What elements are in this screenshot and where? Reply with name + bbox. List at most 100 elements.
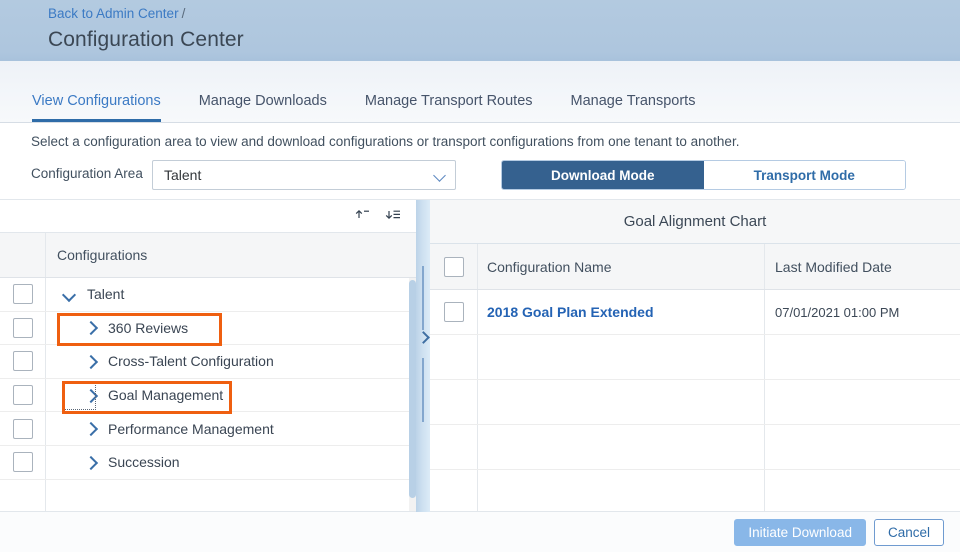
tree-row-checkbox-cell (0, 445, 46, 479)
tab-bar: View Configurations Manage Downloads Man… (0, 61, 960, 123)
breadcrumb-separator: / (181, 6, 186, 21)
tree-row-checkbox-cell (0, 345, 46, 378)
tree-row-content: Talent (46, 278, 416, 311)
tree-row-checkbox-360-reviews[interactable] (12, 317, 33, 338)
chevron-right-icon[interactable] (419, 331, 428, 344)
configuration-area-label: Configuration Area (31, 166, 143, 181)
tree-item-label-cross-talent-configuration: Cross-Talent Configuration (108, 353, 274, 370)
page-header: Back to Admin Center / Configuration Cent… (0, 0, 960, 61)
row-checkbox-cell (430, 425, 478, 469)
tree-column-header: Configurations (0, 232, 416, 278)
chevron-right-icon[interactable] (83, 354, 97, 368)
cell-last-modified-date (765, 470, 960, 512)
tree-row-empty (0, 479, 416, 512)
tree-row-checkbox-cross-talent-configuration[interactable] (12, 351, 33, 372)
last-modified-date-value: 07/01/2021 01:00 PM (775, 304, 900, 320)
tree-item-label-goal-management: Goal Management (108, 387, 224, 404)
column-header-last-modified-date[interactable]: Last Modified Date (765, 244, 960, 289)
instruction-text: Select a configuration area to view and … (31, 134, 740, 149)
row-checkbox-2018-goal-plan-extended[interactable] (443, 302, 464, 322)
chevron-right-icon[interactable] (83, 422, 97, 436)
row-checkbox-cell (430, 335, 478, 379)
tree-row-performance-management[interactable]: Performance Management (0, 412, 416, 446)
chevron-right-icon[interactable] (83, 321, 97, 335)
footer-bar: Initiate Download Cancel (0, 511, 960, 552)
tree-row-checkbox-cell (0, 311, 46, 345)
table-row-empty (430, 380, 960, 425)
tree-row-content: Performance Management (46, 412, 416, 445)
tree-row-checkbox-performance-management[interactable] (12, 418, 33, 439)
panel-splitter[interactable] (416, 200, 430, 512)
select-all-checkbox-cell (430, 244, 478, 289)
right-panel-title: Goal Alignment Chart (430, 200, 960, 244)
initiate-download-button[interactable]: Initiate Download (734, 519, 866, 546)
tree-item-label-talent: Talent (87, 286, 125, 303)
cell-last-modified-date: 07/01/2021 01:00 PM (765, 290, 960, 334)
configuration-area-select[interactable]: Talent (152, 160, 456, 190)
tree-row-checkbox-cell (0, 412, 46, 445)
expand-all-icon[interactable] (385, 208, 402, 225)
table-row-empty (430, 470, 960, 512)
chevron-down-icon[interactable] (62, 287, 76, 301)
tree-row-checkbox-cell (0, 479, 46, 512)
row-checkbox-cell (430, 470, 478, 512)
page-title: Configuration Center (48, 28, 244, 51)
cell-configuration-name (478, 335, 765, 379)
cell-configuration-name (478, 425, 765, 469)
tree-row-checkbox-cell (0, 278, 46, 311)
tree-header-label: Configurations (57, 247, 148, 263)
select-all-checkbox[interactable] (443, 256, 464, 277)
transport-mode-button[interactable]: Transport Mode (703, 161, 905, 189)
cell-configuration-name (478, 380, 765, 424)
tree-row-content (46, 480, 416, 512)
tree-row-content: Goal Management (46, 379, 416, 412)
tree-row-360-reviews[interactable]: 360 Reviews (0, 311, 416, 346)
tree-item-label-succession: Succession (108, 454, 180, 471)
table-row[interactable]: 2018 Goal Plan Extended 07/01/2021 01:00… (430, 290, 960, 335)
tree-toolbar (0, 200, 416, 232)
tree-scrollbar-thumb[interactable] (409, 280, 416, 498)
cell-configuration-name: 2018 Goal Plan Extended (478, 290, 765, 334)
tab-manage-transport-routes[interactable]: Manage Transport Routes (365, 93, 533, 122)
back-to-admin-center-link[interactable]: Back to Admin Center (48, 6, 179, 21)
tree-row-goal-management[interactable]: Goal Management (0, 378, 416, 413)
tree-row-cross-talent-configuration[interactable]: Cross-Talent Configuration (0, 345, 416, 379)
column-header-configuration-name[interactable]: Configuration Name (478, 244, 765, 289)
configuration-area-value: Talent (164, 167, 202, 183)
tree-row-succession[interactable]: Succession (0, 445, 416, 480)
tree-row-checkbox-succession[interactable] (12, 452, 33, 473)
column-header-label: Configuration Name (487, 258, 612, 275)
cell-configuration-name (478, 470, 765, 512)
tree-row-checkbox-goal-management[interactable] (12, 385, 33, 406)
collapse-all-icon[interactable] (354, 208, 371, 225)
configuration-name-link[interactable]: 2018 Goal Plan Extended (487, 304, 654, 320)
tree-row-content: 360 Reviews (46, 312, 416, 345)
table-row-empty (430, 335, 960, 380)
tree-row-checkbox-cell (0, 378, 46, 412)
tree-row-content: Cross-Talent Configuration (46, 345, 416, 378)
row-checkbox-cell (430, 290, 478, 334)
splitter-line-bottom (422, 358, 424, 422)
tab-manage-downloads[interactable]: Manage Downloads (199, 93, 327, 122)
mode-toggle-group: Download Mode Transport Mode (501, 160, 906, 190)
splitter-line-top (422, 266, 424, 330)
tree-row-checkbox-talent[interactable] (12, 284, 33, 305)
tree-item-label-360-reviews: 360 Reviews (108, 319, 189, 336)
row-checkbox-cell (430, 380, 478, 424)
cancel-button[interactable]: Cancel (873, 519, 944, 546)
cell-last-modified-date (765, 335, 960, 379)
tree-header-checkbox-column (0, 233, 46, 277)
breadcrumb: Back to Admin Center / (48, 5, 960, 23)
tree-row-talent[interactable]: Talent (0, 278, 416, 312)
chevron-right-icon[interactable] (83, 388, 97, 402)
cell-last-modified-date (765, 425, 960, 469)
download-mode-button[interactable]: Download Mode (502, 161, 704, 189)
configuration-details-panel: Goal Alignment Chart Configuration Name … (430, 200, 960, 512)
column-header-label: Last Modified Date (775, 258, 892, 275)
tab-manage-transports[interactable]: Manage Transports (571, 93, 696, 122)
content-area: Configurations Talent 360 Reviews Cross-… (0, 199, 960, 512)
results-table-header: Configuration Name Last Modified Date (430, 244, 960, 290)
chevron-right-icon[interactable] (83, 455, 97, 469)
tab-view-configurations[interactable]: View Configurations (32, 93, 161, 122)
cell-last-modified-date (765, 380, 960, 424)
